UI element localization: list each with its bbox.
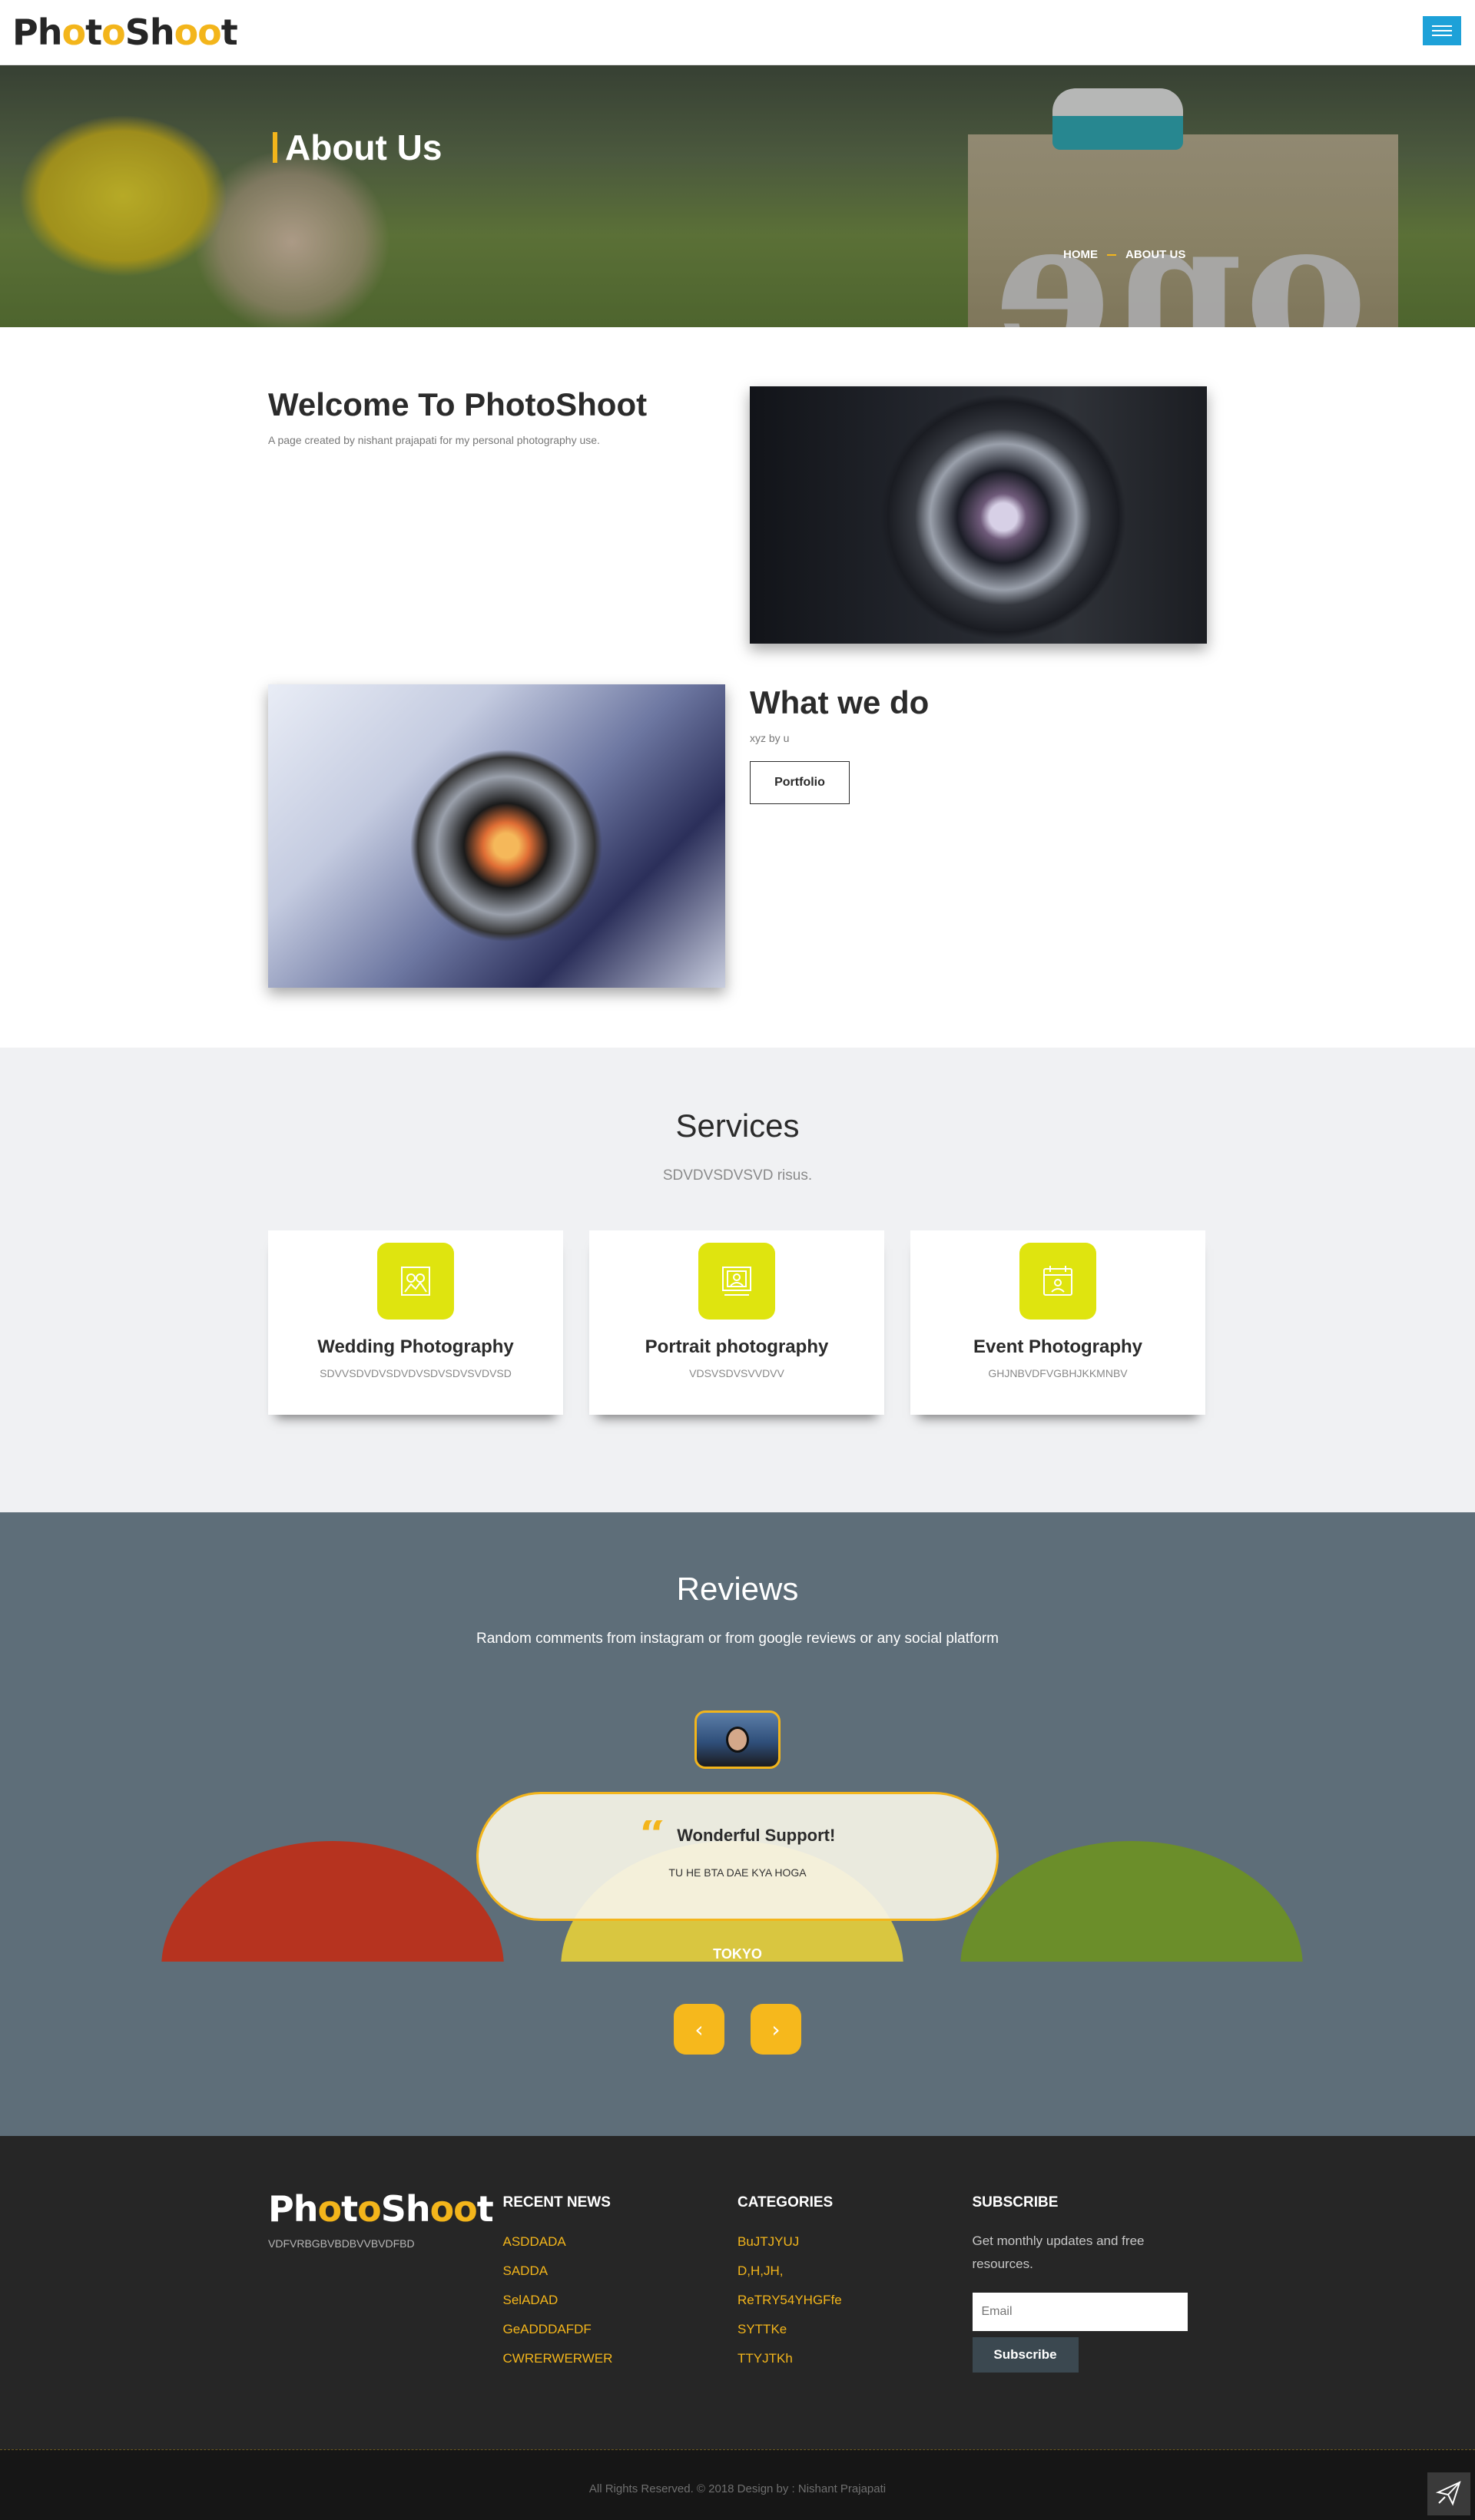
what-we-do-title: What we do xyxy=(750,684,930,720)
site-footer: PhotoShoot VDFVRBGBVBDBVVBVDFBD RECENT N… xyxy=(0,2136,1475,2449)
services-cards: Wedding Photography SDVVSDVDVSDVDVSDVSDV… xyxy=(268,1230,1207,1415)
wedding-photos-icon xyxy=(377,1243,454,1320)
background-mask xyxy=(0,1962,1475,2136)
email-field[interactable] xyxy=(972,2293,1188,2331)
category-link[interactable]: ReTRY54YHGFfe xyxy=(738,2293,973,2308)
service-title: Wedding Photography xyxy=(317,1336,514,1357)
recent-news-link[interactable]: CWRERWERWER xyxy=(503,2351,738,2366)
footer-brand: PhotoShoot VDFVRBGBVBDBVVBVDFBD xyxy=(268,2191,503,2380)
welcome-title: Welcome To PhotoShoot xyxy=(268,386,648,422)
breadcrumb-home-link[interactable]: HOME xyxy=(1063,248,1098,261)
reviewer-name: TOKYO xyxy=(713,1946,762,1962)
categories-title: CATEGORIES xyxy=(738,2194,834,2210)
menu-line xyxy=(1432,25,1452,27)
recent-news-title: RECENT NEWS xyxy=(502,2194,611,2210)
reviews-title: Reviews xyxy=(676,1571,799,1607)
reviews-section: Reviews Random comments from instagram o… xyxy=(0,1512,1475,2136)
service-title: Event Photography xyxy=(973,1336,1143,1357)
service-card-event[interactable]: Event Photography GHJNBVDFVGBHJKKMNBV xyxy=(910,1230,1205,1415)
page-banner: one About Us HOME ABOUT US xyxy=(0,65,1475,327)
service-title: Portrait photography xyxy=(645,1336,829,1357)
copyright-text: All Rights Reserved. © 2018 Design by : … xyxy=(588,2482,887,2495)
top-navbar: PhotoShoot xyxy=(0,0,1475,65)
copyright-bar: All Rights Reserved. © 2018 Design by : … xyxy=(0,2449,1475,2520)
reviewer-avatar xyxy=(694,1710,781,1769)
review-title: Wonderful Support! xyxy=(677,1826,836,1845)
footer-logo[interactable]: PhotoShoot xyxy=(268,2191,503,2227)
services-subtitle: SDVDVSDVSVD risus. xyxy=(662,1167,813,1184)
menu-line xyxy=(1432,30,1452,31)
service-card-portrait[interactable]: Portrait photography VDSVSDVSVVDVV xyxy=(589,1230,884,1415)
prev-review-button[interactable]: ‹ xyxy=(674,2004,724,2055)
review-card: “ Wonderful Support! TU HE BTA DAE KYA H… xyxy=(476,1792,999,1921)
send-message-button[interactable] xyxy=(1427,2472,1470,2515)
welcome-text: A page created by nishant prajapati for … xyxy=(268,434,600,446)
breadcrumb-separator xyxy=(1107,253,1116,256)
category-link[interactable]: SYTTKe xyxy=(738,2322,973,2337)
service-text: VDSVSDVSVVDVV xyxy=(689,1367,784,1379)
subscribe-button[interactable]: Subscribe xyxy=(972,2337,1079,2373)
paper-plane-icon xyxy=(1435,2480,1462,2508)
hamburger-menu-button[interactable] xyxy=(1423,16,1461,45)
service-card-wedding[interactable]: Wedding Photography SDVVSDVDVSDVDVSDVSDV… xyxy=(268,1230,563,1415)
recent-news-link[interactable]: ASDDADA xyxy=(503,2234,738,2250)
camera-photo xyxy=(268,684,725,988)
quote-icon: “ xyxy=(639,1820,667,1851)
event-calendar-icon xyxy=(1019,1243,1096,1320)
reviews-subtitle: Random comments from instagram or from g… xyxy=(476,1631,999,1647)
about-section: Welcome To PhotoShoot A page created by … xyxy=(268,327,1207,988)
subscribe-title: SUBSCRIBE xyxy=(972,2194,1059,2210)
footer-categories: CATEGORIES BuJTJYUJ D,H,JH, ReTRY54YHGFf… xyxy=(738,2191,973,2380)
services-title: Services xyxy=(675,1108,800,1144)
recent-news-link[interactable]: SelADAD xyxy=(503,2293,738,2308)
footer-description: VDFVRBGBVBDBVVBVDFBD xyxy=(268,2237,415,2250)
page-title: About Us xyxy=(273,127,442,168)
services-section: Services SDVDVSDVSVD risus. Wedding Phot… xyxy=(0,1048,1475,1512)
breadcrumb-current: ABOUT US xyxy=(1125,248,1186,261)
category-link[interactable]: TTYJTKh xyxy=(738,2351,973,2366)
service-text: SDVVSDVDVSDVDVSDVSDVSVDVSD xyxy=(320,1367,512,1379)
recent-news-link[interactable]: GeADDDAFDF xyxy=(503,2322,738,2337)
menu-line xyxy=(1432,35,1452,36)
title-accent-bar xyxy=(273,132,277,163)
what-we-do-block: What we do xyz by u Portfolio xyxy=(750,684,929,804)
review-text: TU HE BTA DAE KYA HOGA xyxy=(668,1866,807,1879)
next-review-button[interactable]: › xyxy=(751,2004,801,2055)
welcome-block: Welcome To PhotoShoot A page created by … xyxy=(268,386,698,446)
page-title-text: About Us xyxy=(285,127,442,167)
breadcrumb: HOME ABOUT US xyxy=(1063,248,1185,261)
portrait-frame-icon xyxy=(698,1243,775,1320)
banner-overlay xyxy=(0,65,1475,327)
service-text: GHJNBVDFVGBHJKKMNBV xyxy=(988,1367,1128,1379)
camera-lens-photo xyxy=(750,386,1207,644)
portfolio-button[interactable]: Portfolio xyxy=(750,761,850,804)
category-link[interactable]: BuJTJYUJ xyxy=(738,2234,973,2250)
site-logo[interactable]: PhotoShoot xyxy=(12,11,238,54)
avatar-person xyxy=(726,1727,749,1753)
footer-recent-news: RECENT NEWS ASDDADA SADDA SelADAD GeADDD… xyxy=(503,2191,738,2380)
category-link[interactable]: D,H,JH, xyxy=(738,2263,973,2279)
subscribe-text: Get monthly updates and free resources. xyxy=(972,2234,1145,2271)
what-we-do-text: xyz by u xyxy=(750,732,790,744)
footer-subscribe: SUBSCRIBE Get monthly updates and free r… xyxy=(972,2191,1208,2380)
recent-news-link[interactable]: SADDA xyxy=(503,2263,738,2279)
